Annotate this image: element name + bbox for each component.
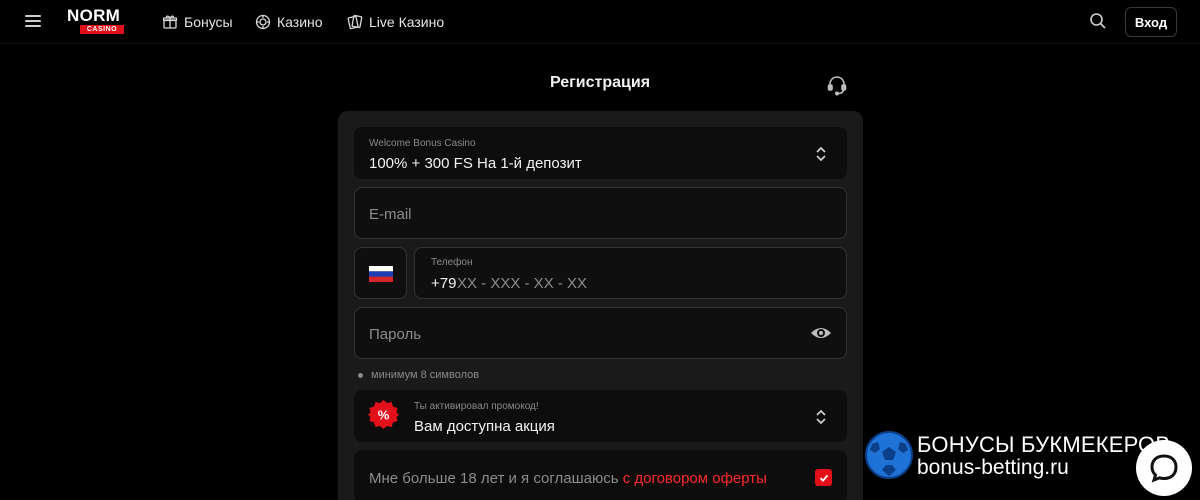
nav-live-casino[interactable]: Live Казино (347, 12, 444, 32)
chat-button[interactable] (1136, 440, 1192, 496)
logo[interactable]: NORM CASINO (67, 6, 135, 34)
terms-text-wrap: Мне больше 18 лет и я соглашаюсь с догов… (369, 470, 767, 487)
chat-bubble-icon (1150, 454, 1178, 483)
nav-bonuses[interactable]: Бонусы (162, 12, 233, 32)
logo-subtitle: CASINO (80, 25, 124, 34)
terms-text: Мне больше 18 лет и я соглашаюсь (369, 470, 619, 487)
country-select[interactable] (354, 247, 407, 299)
chip-icon (255, 14, 271, 30)
password-hint: минимум 8 символов (358, 369, 479, 381)
watermark-url: bonus-betting.ru (917, 456, 1069, 479)
watermark-title: БОНУСЫ БУКМЕКЕРОВ (917, 432, 1171, 457)
chevron-updown-icon (816, 409, 826, 425)
percent-badge-text: % (378, 408, 390, 423)
nav-casino-label: Казино (277, 14, 323, 30)
phone-field[interactable]: Телефон +79 XX - XXX - XX - XX (414, 247, 847, 299)
bonus-select-value: 100% + 300 FS На 1-й депозит (369, 155, 582, 172)
checkmark-icon (819, 474, 828, 482)
percent-badge-icon: % (368, 400, 399, 429)
password-hint-text: минимум 8 символов (371, 369, 480, 381)
promo-select[interactable]: Ты активировал промокод! Вам доступна ак… (354, 390, 847, 442)
top-navbar: NORM CASINO Бонусы Казино Live Казино Вх… (0, 0, 1200, 44)
terms-checkbox[interactable] (815, 469, 832, 486)
terms-link[interactable]: с договором оферты (623, 470, 767, 487)
chevron-updown-icon (816, 146, 826, 162)
hint-bullet (358, 372, 363, 378)
terms-row: Мне больше 18 лет и я соглашаюсь с догов… (354, 450, 847, 500)
phone-prefix: +79 (431, 275, 457, 292)
promo-value: Вам доступна акция (414, 418, 555, 435)
russia-flag-icon (369, 266, 393, 282)
menu-icon[interactable] (25, 13, 43, 29)
email-field[interactable]: E-mail (354, 187, 847, 239)
bonus-select-label: Welcome Bonus Casino (369, 138, 476, 149)
nav-bonuses-label: Бонусы (184, 14, 233, 30)
promo-label: Ты активировал промокод! (414, 401, 539, 412)
eye-icon[interactable] (810, 323, 832, 343)
phone-label: Телефон (431, 257, 473, 268)
email-placeholder: E-mail (369, 206, 412, 223)
cards-icon (347, 14, 363, 30)
support-headset-icon[interactable] (826, 74, 848, 96)
bonus-select[interactable]: Welcome Bonus Casino 100% + 300 FS На 1-… (354, 127, 847, 179)
football-icon (865, 431, 913, 479)
password-placeholder: Пароль (369, 326, 422, 343)
page-title: Регистрация (549, 74, 651, 91)
nav-live-casino-label: Live Казино (369, 14, 445, 30)
login-button[interactable]: Вход (1125, 7, 1177, 37)
nav-casino[interactable]: Казино (255, 12, 323, 32)
phone-mask: XX - XXX - XX - XX (457, 275, 588, 292)
logo-title: NORM (67, 6, 121, 25)
password-field[interactable]: Пароль (354, 307, 847, 359)
gift-icon (162, 15, 178, 29)
search-icon[interactable] (1089, 12, 1107, 30)
